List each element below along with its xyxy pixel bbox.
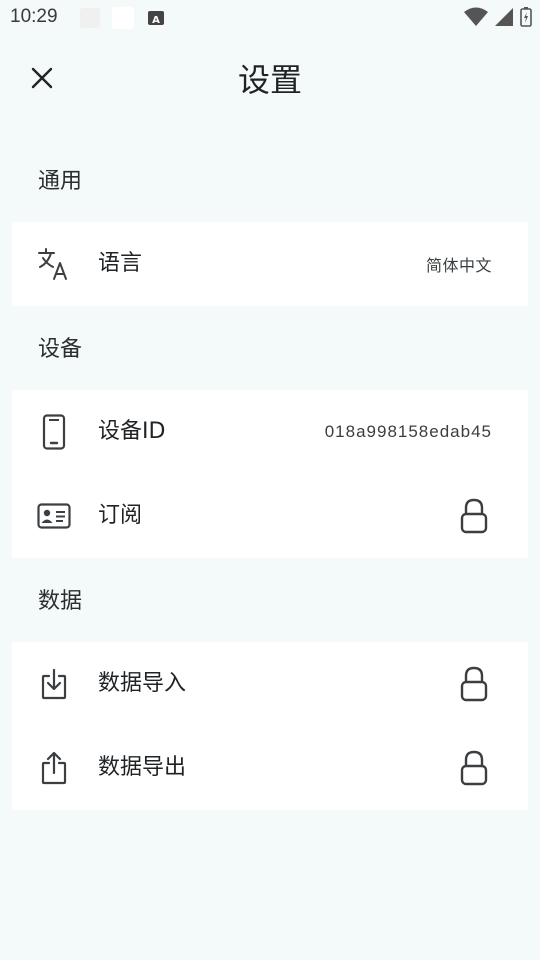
data-export-label: 数据导出 — [98, 755, 187, 780]
device-id-value: 018a998158edab45 — [324, 422, 492, 441]
smartphone-icon — [36, 414, 72, 450]
data-export-row[interactable]: 数据导出 — [12, 726, 528, 810]
top-app-bar: 设置 — [0, 46, 540, 114]
notification-icon — [112, 7, 134, 29]
translate-icon — [36, 246, 72, 282]
wifi-icon — [464, 7, 488, 31]
card-device: 设备ID 018a998158edab45 订阅 — [12, 390, 528, 558]
section-header-data: 数据 — [38, 589, 83, 614]
svg-text:A: A — [152, 15, 160, 26]
section-header-device: 设备 — [38, 337, 83, 362]
section-header-general: 通用 — [38, 169, 83, 194]
lock-icon — [460, 666, 488, 702]
language-label: 语言 — [98, 251, 143, 276]
lock-icon — [460, 498, 488, 534]
lock-icon — [460, 750, 488, 786]
language-row[interactable]: 语言 简体中文 — [12, 222, 528, 306]
text-notification-icon: A — [148, 11, 164, 26]
data-import-label: 数据导入 — [98, 671, 187, 696]
card-data: 数据导入 数据导出 — [12, 642, 528, 810]
subscription-row[interactable]: 订阅 — [12, 474, 528, 558]
language-value: 简体中文 — [425, 256, 492, 275]
status-time: 10:29 — [10, 6, 58, 27]
battery-icon — [520, 7, 532, 31]
id-card-icon — [36, 498, 72, 534]
data-import-row[interactable]: 数据导入 — [12, 642, 528, 726]
notification-icon — [80, 8, 100, 28]
subscription-label: 订阅 — [98, 503, 143, 528]
device-id-label: 设备ID — [98, 419, 166, 444]
card-general: 语言 简体中文 — [12, 222, 528, 306]
status-bar: 10:29 A — [0, 0, 540, 36]
page-title: 设置 — [237, 61, 302, 99]
share-upload-icon — [36, 750, 72, 786]
device-id-row[interactable]: 设备ID 018a998158edab45 — [12, 390, 528, 474]
signal-icon — [494, 7, 514, 31]
download-icon — [36, 666, 72, 702]
